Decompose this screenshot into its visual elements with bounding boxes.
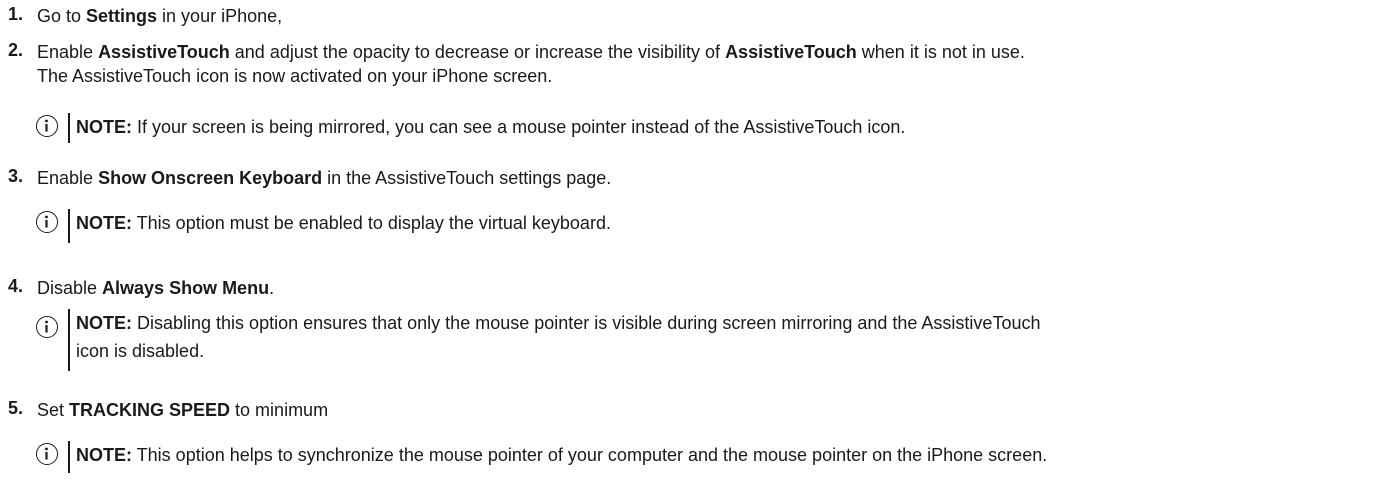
note-label: NOTE: [76, 213, 132, 233]
note-divider [68, 441, 70, 473]
note-label: NOTE: [76, 117, 132, 137]
setting-name: TRACKING SPEED [69, 400, 231, 420]
note-label: NOTE: [76, 445, 132, 465]
info-icon [36, 211, 58, 233]
step-number: 4. [8, 276, 24, 296]
step-number: 5. [8, 398, 24, 418]
note-label: NOTE: [76, 313, 132, 333]
step-text: Disable Always Show Menu. [37, 278, 275, 298]
note-text: NOTE: Disabling this option ensures that… [76, 313, 1041, 361]
setting-name: Settings [86, 6, 158, 26]
setting-name: AssistiveTouch [98, 42, 230, 62]
step-number: 2. [8, 40, 24, 60]
step-text: Go to Settings in your iPhone, [37, 6, 283, 26]
step-number: 1. [8, 4, 24, 24]
instructions-document: 1. Go to Settings in your iPhone, 2. Ena… [0, 0, 1373, 484]
note-text: NOTE: If your screen is being mirrored, … [76, 117, 906, 137]
step-text: Enable Show Onscreen Keyboard in the Ass… [37, 168, 612, 188]
note-text: NOTE: This option helps to synchronize t… [76, 445, 1048, 465]
note-divider [68, 113, 70, 143]
note-divider [68, 209, 70, 243]
setting-name: Always Show Menu [102, 278, 270, 298]
step-text: Enable AssistiveTouch and adjust the opa… [37, 42, 1025, 86]
info-icon [36, 115, 58, 137]
note-text: NOTE: This option must be enabled to dis… [76, 213, 611, 233]
info-icon [36, 443, 58, 465]
step-number: 3. [8, 166, 24, 186]
setting-name: Show Onscreen Keyboard [98, 168, 323, 188]
info-icon [36, 316, 58, 338]
setting-name: AssistiveTouch [725, 42, 857, 62]
step-text: Set TRACKING SPEED to minimum [37, 400, 329, 420]
note-divider [68, 309, 70, 371]
